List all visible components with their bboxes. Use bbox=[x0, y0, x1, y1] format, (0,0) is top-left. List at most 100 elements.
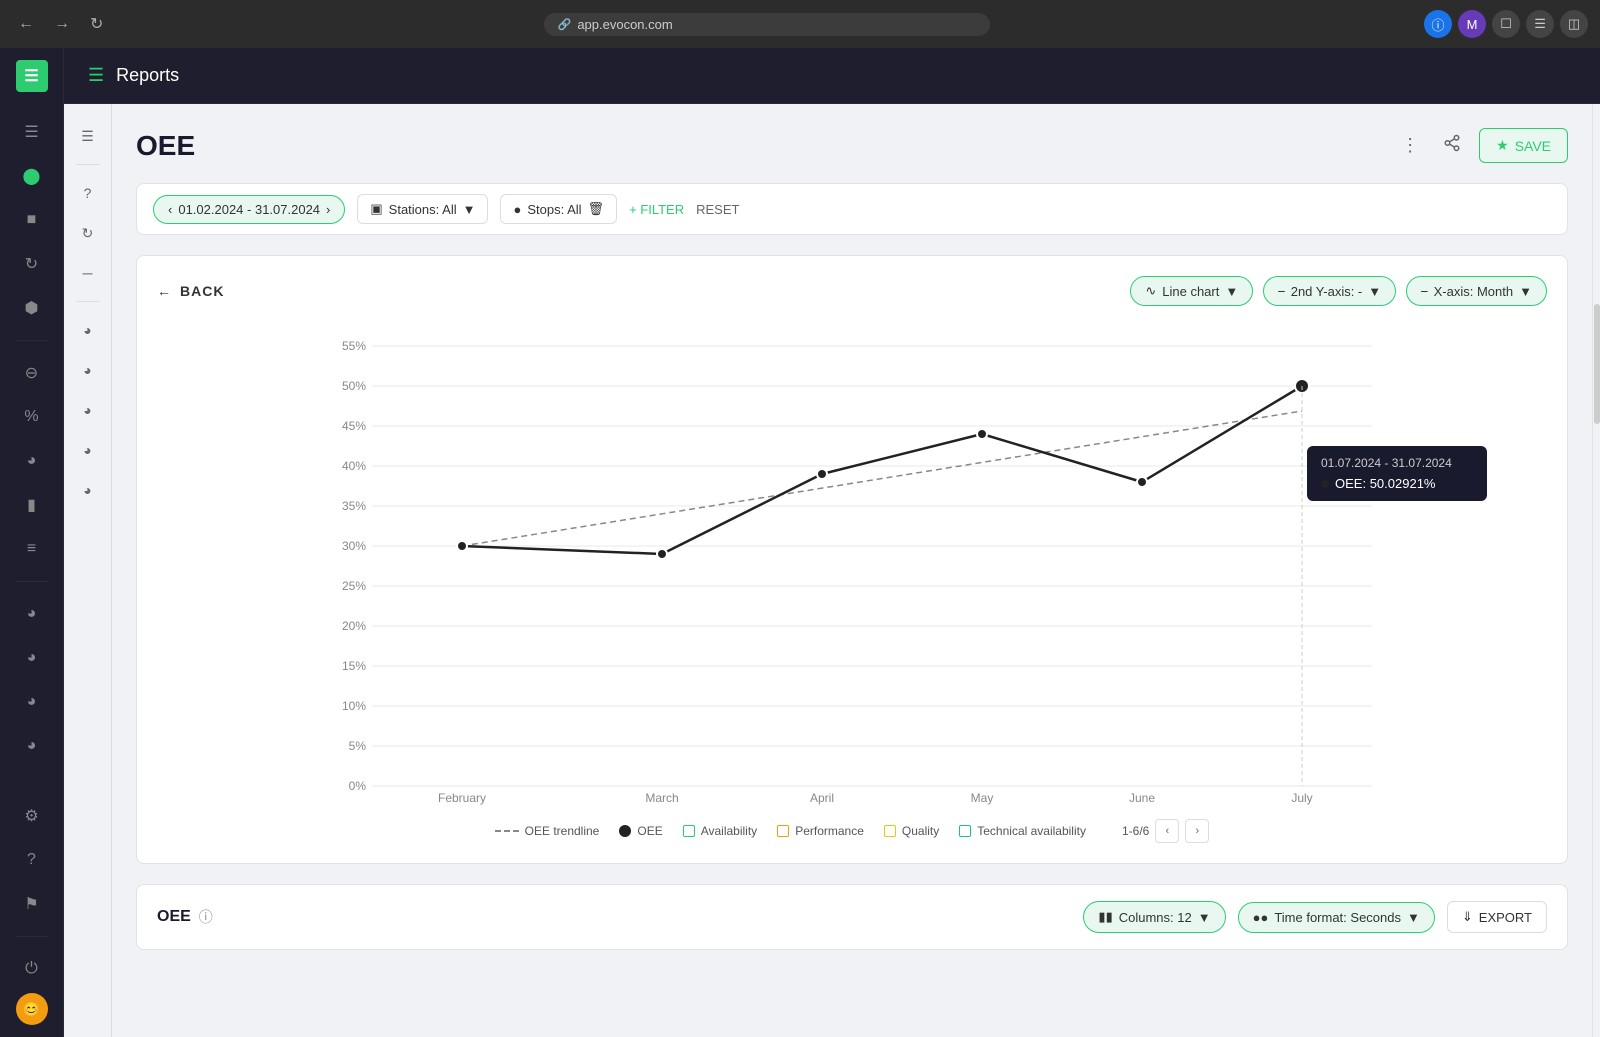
sidebar-settings-button[interactable]: ⚙ bbox=[12, 796, 52, 836]
sidebar-logo: ☰ bbox=[16, 60, 48, 92]
x-axis-button[interactable]: ⎯ X-axis: Month ▼ bbox=[1406, 276, 1547, 306]
stops-filter-button[interactable]: ● Stops: All 🗑 bbox=[500, 194, 617, 224]
save-label: SAVE bbox=[1515, 138, 1551, 154]
time-format-label: Time format: Seconds bbox=[1274, 910, 1401, 925]
legend-technical-availability: Technical availability bbox=[959, 824, 1086, 838]
legend-performance: Performance bbox=[777, 824, 864, 838]
sidebar: ☰ ☰ ⬤ ■ ↻ ⬢ ⊖ % ◕ ▮ ≡ ◕ ◕ ◕ ◕ ⚙ ? ⚑ ⏻ 😊 bbox=[0, 48, 64, 1037]
bottom-title: OEE bbox=[157, 908, 191, 926]
browser-actions: ⓘ M ☐ ☰ ◫ bbox=[1424, 10, 1588, 38]
url-text: app.evocon.com bbox=[577, 17, 672, 32]
x-axis-chevron-icon: ▼ bbox=[1519, 284, 1532, 299]
save-button[interactable]: ★ SAVE bbox=[1479, 128, 1568, 163]
sidebar-power-button[interactable]: ⏻ bbox=[12, 949, 52, 989]
back-button[interactable]: ← BACK bbox=[157, 283, 224, 299]
sidebar-item-c3[interactable]: ◕ bbox=[12, 682, 52, 722]
sub-nav-help-icon[interactable]: ? bbox=[72, 177, 104, 209]
sidebar-item-c2[interactable]: ◕ bbox=[12, 638, 52, 678]
app-container: ☰ ☰ ⬤ ■ ↻ ⬢ ⊖ % ◕ ▮ ≡ ◕ ◕ ◕ ◕ ⚙ ? ⚑ ⏻ 😊 … bbox=[0, 48, 1600, 1037]
sub-nav-coin-5[interactable]: ◕ bbox=[72, 474, 104, 506]
address-bar[interactable]: 🔗 app.evocon.com bbox=[544, 13, 990, 36]
sidebar-item-pie[interactable]: ◕ bbox=[12, 441, 52, 481]
report-content: OEE ⋮ ★ SAVE bbox=[112, 104, 1592, 1037]
svg-text:July: July bbox=[1291, 791, 1312, 805]
sub-nav-coin-3[interactable]: ◕ bbox=[72, 394, 104, 426]
sidebar-item-bar[interactable]: ▮ bbox=[12, 485, 52, 525]
sub-nav-refresh-icon[interactable]: ↻ bbox=[72, 217, 104, 249]
sidebar-item-hex[interactable]: ⬢ bbox=[12, 288, 52, 328]
chart-header: ← BACK ∿ Line chart ▼ ⎯ 2nd Y-axis: bbox=[157, 276, 1547, 306]
bottom-info-icon[interactable]: ⓘ bbox=[199, 907, 213, 927]
sub-nav-coin-4[interactable]: ◕ bbox=[72, 434, 104, 466]
more-options-button[interactable]: ⋮ bbox=[1395, 129, 1425, 162]
svg-text:June: June bbox=[1129, 791, 1155, 805]
browser-sidebar-toggle[interactable]: ◫ bbox=[1560, 10, 1588, 38]
svg-text:5%: 5% bbox=[349, 739, 367, 753]
technical-availability-label: Technical availability bbox=[977, 824, 1086, 838]
date-range-button[interactable]: ‹ 01.02.2024 - 31.07.2024 › bbox=[153, 195, 345, 224]
stations-chevron-icon: ▼ bbox=[463, 202, 476, 217]
browser-ext-2[interactable]: M bbox=[1458, 10, 1486, 38]
date-range-text: 01.02.2024 - 31.07.2024 bbox=[178, 202, 320, 217]
svg-text:April: April bbox=[810, 791, 834, 805]
stops-icon: ● bbox=[513, 202, 521, 217]
svg-text:25%: 25% bbox=[342, 579, 366, 593]
export-button[interactable]: ⇓ EXPORT bbox=[1447, 901, 1547, 933]
sidebar-item-c4[interactable]: ◕ bbox=[12, 726, 52, 766]
svg-text:20%: 20% bbox=[342, 619, 366, 633]
sidebar-item-percent[interactable]: % bbox=[12, 397, 52, 437]
sidebar-flag-button[interactable]: ⚑ bbox=[12, 884, 52, 924]
second-y-axis-button[interactable]: ⎯ 2nd Y-axis: - ▼ bbox=[1263, 276, 1396, 306]
sub-nav-divider-2 bbox=[76, 301, 100, 302]
top-nav: ☰ Reports bbox=[64, 48, 1600, 104]
page-header-actions: ⋮ ★ SAVE bbox=[1395, 128, 1568, 163]
bottom-section: OEE ⓘ ▮▮ Columns: 12 ▼ ●● Time format: S… bbox=[136, 884, 1568, 950]
sub-nav-filter-icon[interactable]: ☰ bbox=[72, 120, 104, 152]
pagination-next-button[interactable]: › bbox=[1185, 819, 1209, 843]
legend-pagination: 1-6/6 ‹ › bbox=[1122, 819, 1209, 843]
sidebar-divider-3 bbox=[16, 936, 48, 937]
performance-square-icon bbox=[777, 825, 789, 837]
line-chart-button[interactable]: ∿ Line chart ▼ bbox=[1130, 276, 1253, 306]
sidebar-item-target[interactable]: ⬤ bbox=[12, 156, 52, 196]
x-axis-icon: ⎯ bbox=[1421, 283, 1428, 299]
sidebar-avatar[interactable]: 😊 bbox=[16, 993, 48, 1025]
sidebar-item-nav[interactable]: ☰ bbox=[12, 112, 52, 152]
nav-forward-button[interactable]: → bbox=[48, 11, 76, 37]
sidebar-item-c1[interactable]: ◕ bbox=[12, 594, 52, 634]
reset-label: RESET bbox=[696, 202, 739, 217]
sub-nav-minus-icon[interactable]: ─ bbox=[72, 257, 104, 289]
sub-nav-coin-2[interactable]: ◕ bbox=[72, 354, 104, 386]
bottom-section-left: OEE ⓘ bbox=[157, 907, 213, 927]
svg-text:30%: 30% bbox=[342, 539, 366, 553]
sidebar-help-button[interactable]: ? bbox=[12, 840, 52, 880]
performance-label: Performance bbox=[795, 824, 864, 838]
stations-filter-button[interactable]: ▣ Stations: All ▼ bbox=[357, 194, 488, 224]
add-filter-button[interactable]: + FILTER bbox=[629, 202, 684, 217]
browser-ext-1[interactable]: ⓘ bbox=[1424, 10, 1452, 38]
nav-back-button[interactable]: ← bbox=[12, 11, 40, 37]
availability-square-icon bbox=[683, 825, 695, 837]
reset-button[interactable]: RESET bbox=[696, 202, 739, 217]
sidebar-item-list[interactable]: ≡ bbox=[12, 529, 52, 569]
browser-ext-3[interactable]: ☐ bbox=[1492, 10, 1520, 38]
sidebar-divider-2 bbox=[16, 581, 48, 582]
scrollbar-thumb[interactable] bbox=[1594, 304, 1600, 424]
sidebar-item-refresh[interactable]: ↻ bbox=[12, 244, 52, 284]
sidebar-item-dashboard[interactable]: ■ bbox=[12, 200, 52, 240]
columns-chevron-icon: ▼ bbox=[1198, 910, 1211, 925]
hamburger-icon[interactable]: ☰ bbox=[88, 65, 104, 86]
time-format-button[interactable]: ●● Time format: Seconds ▼ bbox=[1238, 902, 1435, 933]
stops-delete-icon: 🗑 bbox=[588, 201, 605, 217]
browser-ext-4[interactable]: ☰ bbox=[1526, 10, 1554, 38]
columns-button[interactable]: ▮▮ Columns: 12 ▼ bbox=[1083, 901, 1225, 933]
sidebar-item-minus[interactable]: ⊖ bbox=[12, 353, 52, 393]
y-axis-icon: ⎯ bbox=[1278, 283, 1285, 299]
line-chart-icon: ∿ bbox=[1145, 283, 1156, 299]
sub-nav-coin-1[interactable]: ◕ bbox=[72, 314, 104, 346]
pagination-prev-button[interactable]: ‹ bbox=[1155, 819, 1179, 843]
share-button[interactable] bbox=[1437, 128, 1467, 163]
nav-refresh-button[interactable]: ↻ bbox=[84, 10, 109, 38]
right-scrollbar[interactable] bbox=[1592, 104, 1600, 1037]
page-title: OEE bbox=[136, 130, 195, 162]
